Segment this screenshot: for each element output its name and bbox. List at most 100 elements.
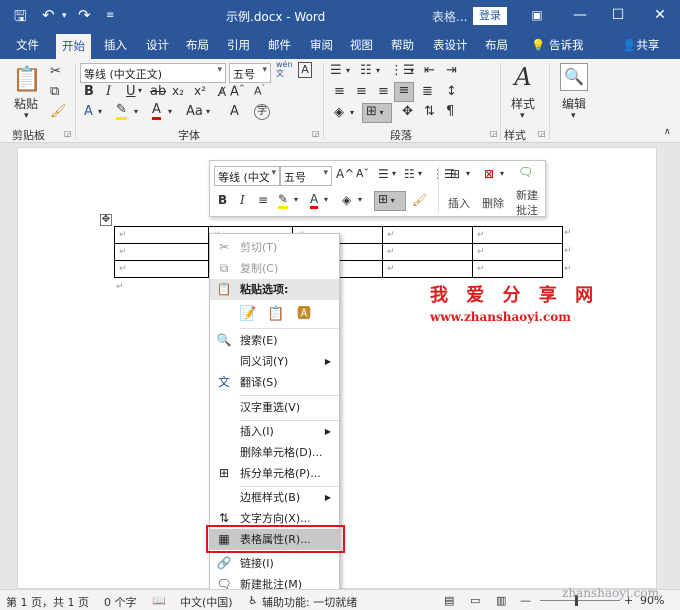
- maximize-icon[interactable]: ☐: [606, 4, 630, 26]
- mini-borders-icon[interactable]: ⊞ ▾: [374, 191, 406, 211]
- styles-dropdown-icon[interactable]: ▾: [520, 111, 525, 121]
- mini-comment-label-2[interactable]: 批注: [516, 202, 538, 218]
- customize-qat-icon[interactable]: ≡: [106, 10, 114, 21]
- line-spacing-icon[interactable]: ↕: [446, 84, 457, 99]
- styles-gallery-icon[interactable]: A: [508, 63, 538, 91]
- underline-icon[interactable]: U: [126, 84, 136, 99]
- font-color-dropdown-icon[interactable]: ▾: [168, 107, 172, 116]
- text-effects-dropdown-icon[interactable]: ▾: [98, 107, 102, 116]
- numbering-icon[interactable]: ☷: [360, 63, 372, 78]
- print-layout-icon[interactable]: ▭: [470, 594, 480, 607]
- mini-new-comment-icon[interactable]: 🗨: [518, 165, 533, 179]
- table-cell[interactable]: ↵: [382, 243, 473, 261]
- styles-button-label[interactable]: 样式: [511, 95, 535, 112]
- mini-shrink-font-icon[interactable]: Aˇ: [356, 167, 369, 180]
- mini-bold-icon[interactable]: B: [218, 193, 227, 207]
- show-marks-icon[interactable]: ¶: [446, 104, 454, 119]
- table-cell[interactable]: ↵: [382, 226, 473, 244]
- bullets-dropdown-icon[interactable]: ▾: [346, 66, 350, 75]
- table-move-handle-icon[interactable]: ✥: [100, 214, 112, 226]
- tell-me-search[interactable]: 💡 告诉我: [531, 37, 583, 53]
- read-mode-icon[interactable]: ▤: [444, 594, 454, 607]
- tab-view[interactable]: 视图: [350, 37, 373, 59]
- share-button[interactable]: 👤共享: [622, 37, 659, 53]
- copy-icon[interactable]: ⧉: [50, 84, 59, 99]
- mini-numbering-icon[interactable]: ☷: [404, 167, 415, 181]
- mini-insert-dropdown-icon[interactable]: ▾: [466, 169, 470, 178]
- mini-delete-icon[interactable]: ⊠: [484, 167, 494, 181]
- mini-font-color-dropdown-icon[interactable]: ▾: [324, 195, 328, 204]
- table-cell[interactable]: ↵: [472, 243, 563, 261]
- format-painter-icon[interactable]: 🖌: [50, 104, 67, 119]
- mini-shading-icon[interactable]: ◈: [342, 193, 351, 207]
- font-launcher-icon[interactable]: ◲: [312, 129, 320, 138]
- tab-layout[interactable]: 布局: [186, 37, 209, 59]
- align-left-icon[interactable]: ≡: [334, 84, 345, 99]
- change-case-dropdown-icon[interactable]: ▾: [206, 107, 210, 116]
- paste-dropdown-icon[interactable]: ▾: [24, 111, 29, 121]
- tab-help[interactable]: 帮助: [391, 37, 414, 59]
- tab-design[interactable]: 设计: [146, 37, 169, 59]
- tab-mailings[interactable]: 邮件: [268, 37, 291, 59]
- menu-item-translate[interactable]: 文翻译(S): [210, 372, 339, 393]
- accessibility-icon[interactable]: ♿: [248, 594, 258, 607]
- styles-launcher-icon[interactable]: ◲: [538, 129, 546, 138]
- distributed-icon[interactable]: ≣: [422, 84, 433, 99]
- mini-highlight-dropdown-icon[interactable]: ▾: [294, 195, 298, 204]
- mini-grow-font-icon[interactable]: A^: [336, 167, 354, 181]
- font-size-combo[interactable]: 五号 ▾: [229, 63, 271, 83]
- menu-item-synonyms[interactable]: 同义词(Y) ▶: [210, 351, 339, 372]
- menu-item-insert[interactable]: 插入(I) ▶: [210, 421, 339, 442]
- paragraph-launcher-icon[interactable]: ◲: [490, 129, 498, 138]
- web-layout-icon[interactable]: ▥: [496, 594, 506, 607]
- shrink-font-icon[interactable]: Aˇ: [254, 84, 265, 98]
- paste-label[interactable]: 粘贴: [14, 95, 38, 112]
- increase-indent-icon[interactable]: ⇥: [446, 63, 457, 78]
- sort-icon[interactable]: ⇅: [424, 104, 435, 119]
- editing-button-label[interactable]: 编辑: [562, 95, 586, 112]
- save-icon[interactable]: 🖫: [14, 6, 27, 31]
- zoom-slider[interactable]: [540, 600, 620, 601]
- paste-icon[interactable]: 📋: [12, 65, 42, 99]
- italic-icon[interactable]: I: [106, 84, 111, 99]
- keep-text-only-icon[interactable]: 🅰: [294, 304, 314, 324]
- table-cell[interactable]: ↵: [382, 260, 473, 278]
- tab-table-layout[interactable]: 布局: [485, 37, 508, 59]
- undo-dropdown-icon[interactable]: ▾: [62, 11, 67, 21]
- language-status[interactable]: 中文(中国): [180, 594, 233, 610]
- change-case-icon[interactable]: Aa: [186, 104, 203, 119]
- clear-formatting-icon[interactable]: A̸: [218, 85, 226, 99]
- mini-insert-label[interactable]: 插入: [448, 195, 470, 211]
- table-cell[interactable]: ↵: [472, 260, 563, 278]
- mini-numbering-dropdown-icon[interactable]: ▾: [418, 169, 422, 178]
- tab-home[interactable]: 开始: [56, 34, 91, 59]
- tab-review[interactable]: 审阅: [310, 37, 333, 59]
- menu-item-link[interactable]: 🔗 链接(I): [210, 553, 339, 574]
- mini-center-icon[interactable]: ≡: [258, 193, 268, 207]
- table-cell[interactable]: ↵: [472, 226, 563, 244]
- tab-references[interactable]: 引用: [227, 37, 250, 59]
- center-icon[interactable]: ≡: [356, 84, 367, 99]
- character-border-icon[interactable]: A: [298, 62, 312, 78]
- proofing-icon[interactable]: 📖: [152, 594, 166, 607]
- menu-item-cut[interactable]: ✂ 剪切(T): [210, 237, 339, 258]
- mini-bullets-dropdown-icon[interactable]: ▾: [392, 169, 396, 178]
- merge-format-icon[interactable]: 📋: [266, 304, 286, 324]
- shading-dropdown-icon[interactable]: ▾: [350, 108, 354, 117]
- mini-font-size-combo[interactable]: 五号 ▾: [280, 166, 332, 186]
- zoom-out-icon[interactable]: —: [520, 594, 531, 607]
- tab-table-design[interactable]: 表设计: [433, 37, 468, 59]
- table-cell[interactable]: ↵: [114, 226, 209, 244]
- mini-delete-label[interactable]: 删除: [482, 195, 504, 211]
- table-cell[interactable]: ↵: [114, 243, 209, 261]
- tab-insert[interactable]: 插入: [104, 37, 127, 59]
- editing-dropdown-icon[interactable]: ▾: [571, 111, 576, 121]
- menu-item-border-styles[interactable]: 边框样式(B) ▶: [210, 487, 339, 508]
- collapse-ribbon-icon[interactable]: ∧: [664, 127, 671, 137]
- multilevel-dropdown-icon[interactable]: ▾: [410, 66, 414, 75]
- undo-icon[interactable]: ↶: [42, 6, 55, 24]
- keep-source-format-icon[interactable]: 📝: [238, 304, 258, 324]
- mini-bullets-icon[interactable]: ☰: [378, 167, 389, 181]
- font-color-icon[interactable]: A: [152, 103, 161, 120]
- mini-highlight-icon[interactable]: ✎: [278, 192, 289, 209]
